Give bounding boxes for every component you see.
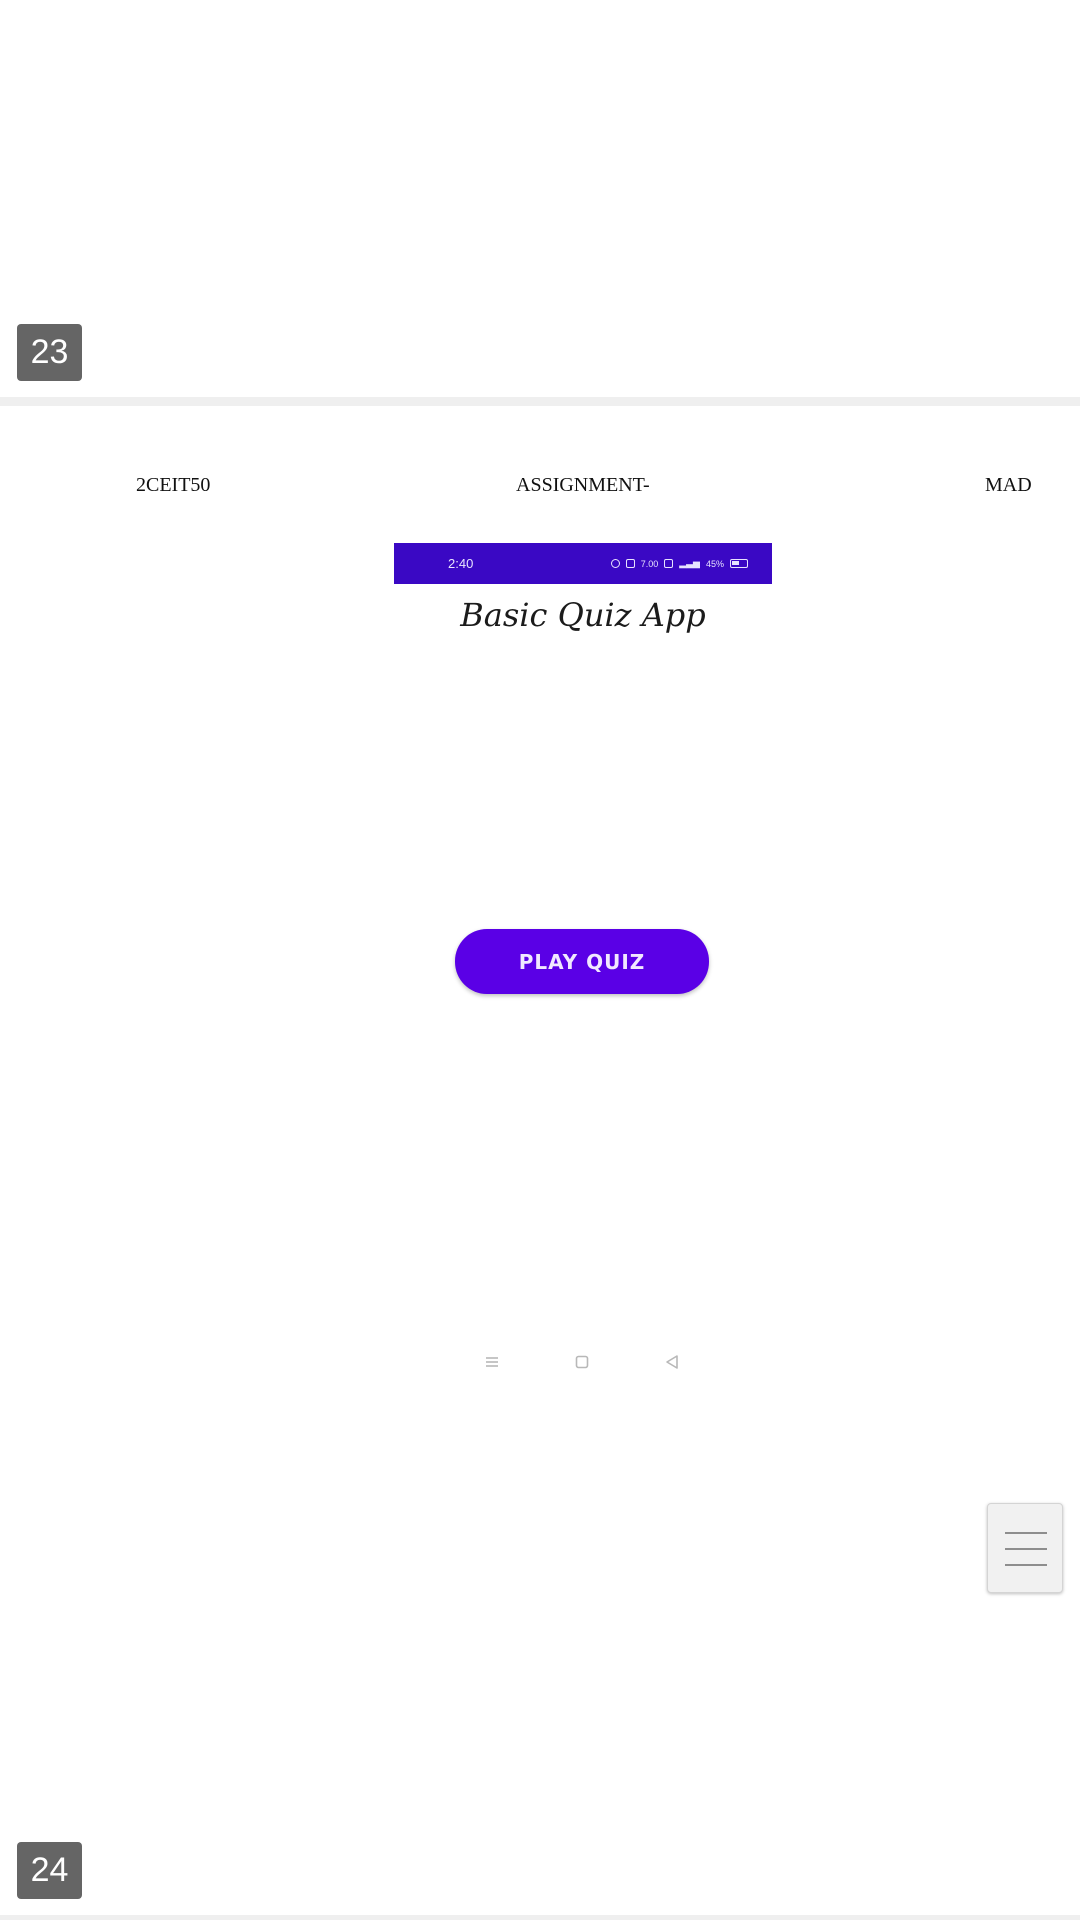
hamburger-menu-icon bbox=[1005, 1532, 1047, 1566]
back-icon[interactable] bbox=[663, 1353, 681, 1371]
page-number-badge: 23 bbox=[17, 324, 82, 381]
floating-menu-button[interactable] bbox=[987, 1503, 1063, 1593]
battery-icon bbox=[730, 559, 748, 568]
phone-status-bar: 2:40 7.00 ▂▃▅ 45% bbox=[394, 543, 772, 584]
play-quiz-button[interactable]: PLAY QUIZ bbox=[455, 929, 709, 994]
signal-icon: ▂▃▅ bbox=[679, 558, 700, 568]
header-course-code: 2CEIT50 bbox=[136, 474, 211, 496]
header-subject: MAD bbox=[985, 474, 1032, 496]
data-speed: 7.00 bbox=[640, 558, 659, 569]
page-number-badge: 24 bbox=[17, 1842, 82, 1899]
battery-percent: 45% bbox=[705, 558, 724, 569]
vibrate-icon bbox=[625, 559, 635, 568]
home-icon[interactable] bbox=[573, 1353, 591, 1371]
recents-icon[interactable] bbox=[483, 1353, 501, 1371]
app-title: Basic Quiz App bbox=[460, 596, 706, 634]
status-icons: 7.00 ▂▃▅ 45% bbox=[610, 543, 748, 584]
page-separator bbox=[0, 397, 1080, 406]
status-time: 2:40 bbox=[448, 556, 474, 571]
alarm-icon bbox=[610, 559, 620, 568]
network-icon bbox=[664, 559, 674, 568]
page-separator bbox=[0, 1915, 1080, 1920]
header-assignment: ASSIGNMENT- bbox=[516, 474, 650, 496]
